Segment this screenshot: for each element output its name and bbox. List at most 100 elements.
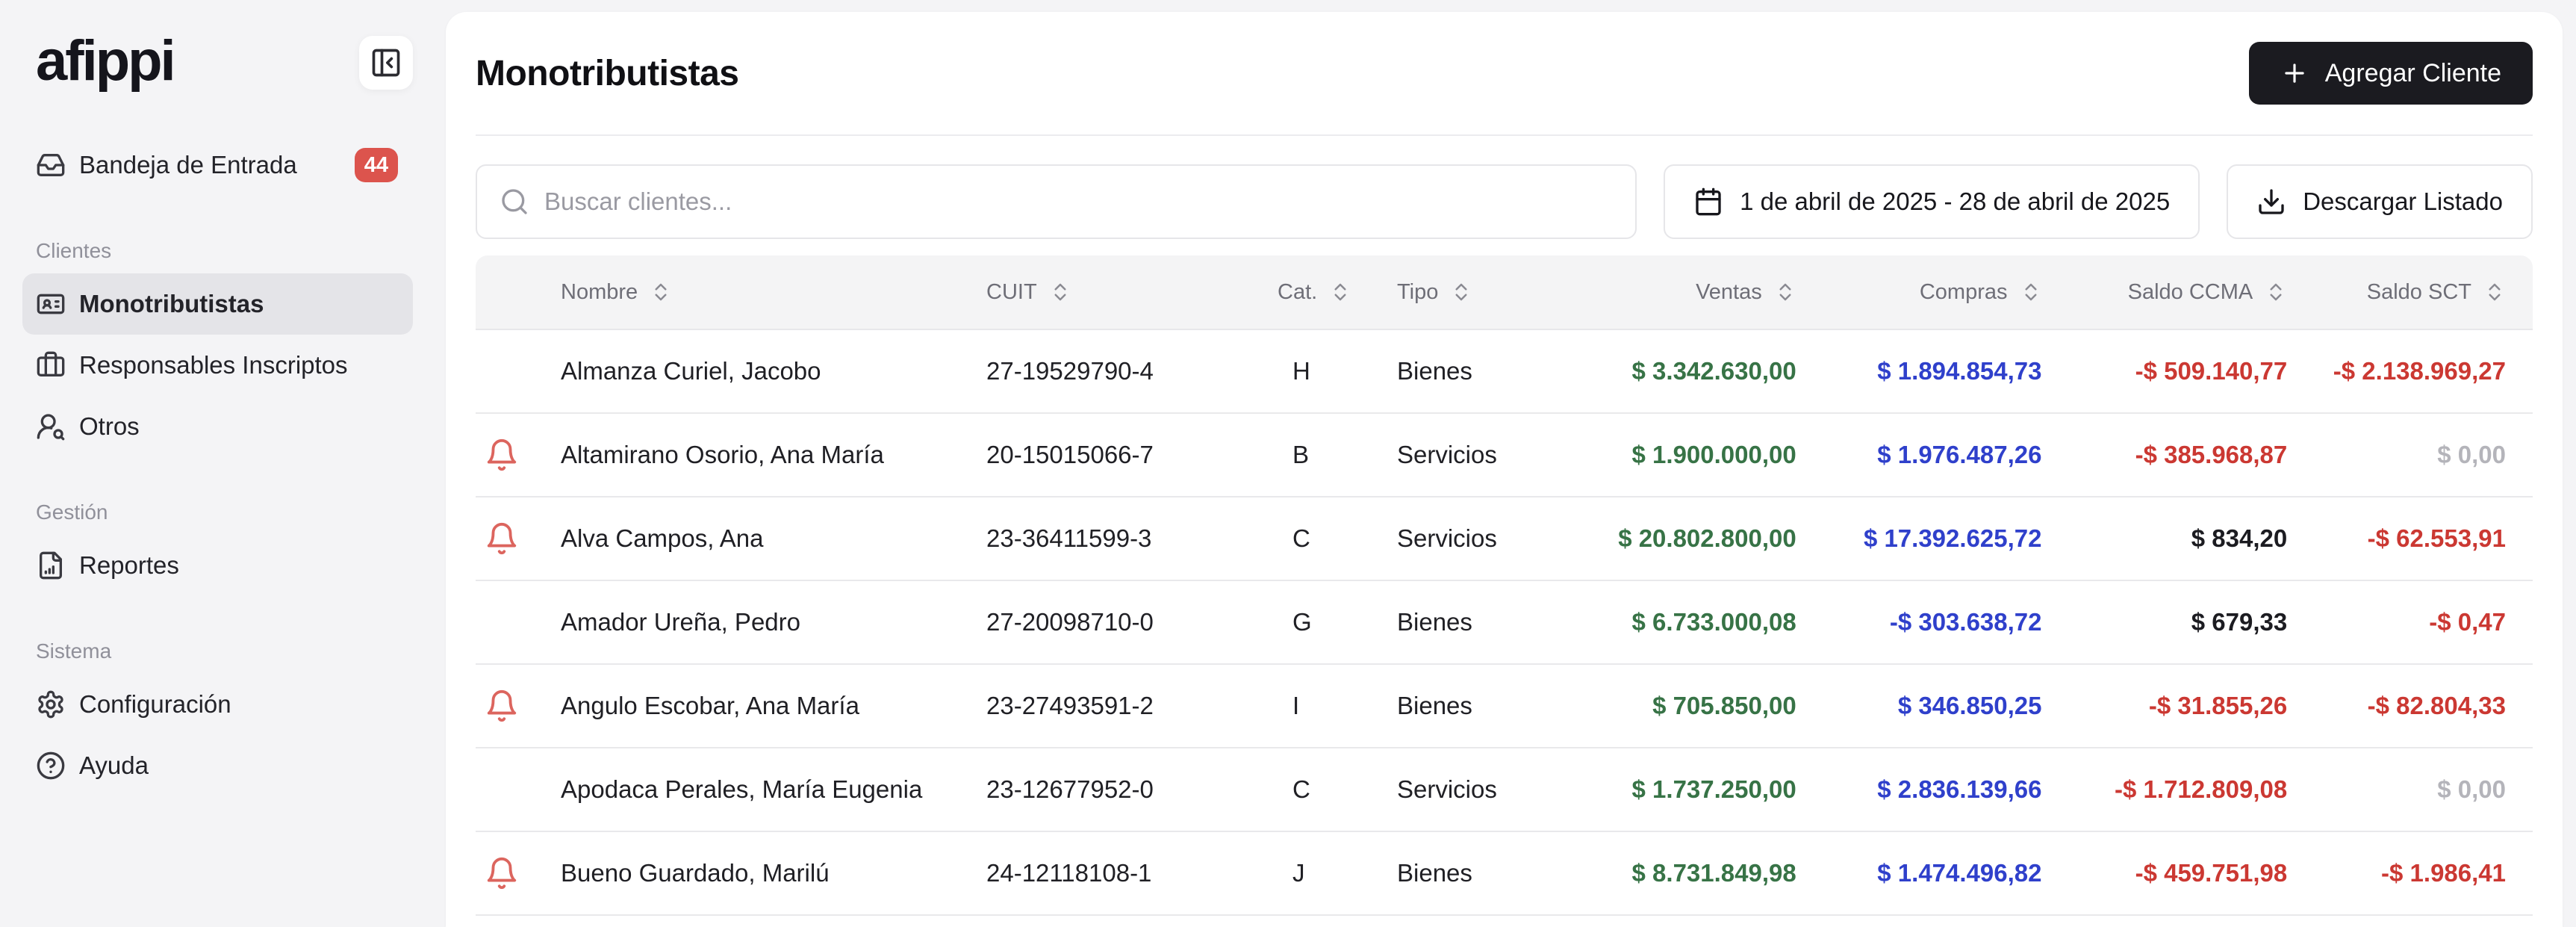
client-cuit: 27-20098710-0 [986, 608, 1278, 636]
toolbar: 1 de abril de 2025 - 28 de abril de 2025… [476, 164, 2533, 239]
sidebar-item-responsables-inscriptos[interactable]: Responsables Inscriptos [22, 335, 413, 396]
sidebar-item-inbox[interactable]: Bandeja de Entrada 44 [22, 134, 413, 196]
client-name: Bueno Guardado, Marilú [531, 859, 986, 887]
sidebar-item-otros[interactable]: Otros [22, 396, 413, 457]
alert-cell [476, 856, 531, 890]
inbox-icon [36, 150, 66, 180]
client-type: Bienes [1397, 692, 1551, 720]
inbox-count-badge: 44 [355, 148, 398, 182]
table-header-row: Nombre CUIT Cat. Tipo Ventas Compras [476, 255, 2533, 330]
ventas-value: $ 1.737.250,00 [1551, 775, 1796, 804]
alert-bell-icon [485, 689, 519, 723]
date-range-button[interactable]: 1 de abril de 2025 - 28 de abril de 2025 [1664, 164, 2200, 239]
file-chart-icon [36, 551, 66, 580]
client-name: Amador Ureña, Pedro [531, 608, 986, 636]
client-type: Bienes [1397, 357, 1551, 385]
download-list-label: Descargar Listado [2303, 187, 2503, 216]
page-title: Monotributistas [476, 53, 738, 94]
saldo-sct-value: -$ 2.138.969,27 [2287, 357, 2533, 385]
client-type: Bienes [1397, 608, 1551, 636]
ventas-value: $ 20.802.800,00 [1551, 524, 1796, 553]
sidebar-item-ayuda[interactable]: Ayuda [22, 735, 413, 796]
search-icon [500, 187, 529, 217]
sidebar-section-sistema: Sistema [36, 639, 413, 663]
sidebar-item-label: Monotributistas [79, 290, 264, 318]
saldo-ccma-value: -$ 459.751,98 [2042, 859, 2288, 887]
saldo-sct-value: -$ 82.804,33 [2287, 692, 2533, 720]
sidebar-section-clientes: Clientes [36, 239, 413, 263]
column-header-saldo-ccma[interactable]: Saldo CCMA [2042, 280, 2288, 305]
alert-bell-icon [485, 856, 519, 890]
client-category: G [1278, 608, 1397, 636]
search-box [476, 164, 1637, 239]
column-header-cuit[interactable]: CUIT [986, 280, 1278, 305]
table-row[interactable]: Alva Campos, Ana 23-36411599-3 C Servici… [476, 497, 2533, 581]
table-row[interactable]: Almanza Curiel, Jacobo 27-19529790-4 H B… [476, 330, 2533, 414]
client-cuit: 23-27493591-2 [986, 692, 1278, 720]
sidebar-item-label: Ayuda [79, 751, 149, 780]
table-row[interactable]: Amador Ureña, Pedro 27-20098710-0 G Bien… [476, 581, 2533, 665]
saldo-ccma-value: $ 679,33 [2042, 608, 2288, 636]
sidebar-item-reportes[interactable]: Reportes [22, 535, 413, 596]
sidebar-item-label: Responsables Inscriptos [79, 351, 348, 379]
client-type: Bienes [1397, 859, 1551, 887]
saldo-sct-value: $ 0,00 [2287, 775, 2533, 804]
saldo-sct-value: -$ 62.553,91 [2287, 524, 2533, 553]
sidebar-item-configuracion[interactable]: Configuración [22, 674, 413, 735]
briefcase-icon [36, 350, 66, 380]
saldo-sct-value: -$ 0,47 [2287, 608, 2533, 636]
client-cuit: 23-36411599-3 [986, 524, 1278, 553]
alert-cell [476, 605, 531, 639]
user-search-icon [36, 412, 66, 441]
search-input[interactable] [544, 187, 1613, 216]
client-category: I [1278, 692, 1397, 720]
download-icon [2256, 187, 2286, 217]
compras-value: $ 2.836.139,66 [1796, 775, 2042, 804]
sidebar-collapse-button[interactable] [359, 36, 413, 90]
column-header-compras[interactable]: Compras [1796, 280, 2042, 305]
column-header-cat[interactable]: Cat. [1278, 280, 1397, 305]
alert-cell [476, 438, 531, 472]
alert-cell [476, 521, 531, 556]
sort-icon [1049, 281, 1071, 303]
add-client-button[interactable]: Agregar Cliente [2249, 42, 2533, 105]
alert-bell-icon [485, 438, 519, 472]
client-cuit: 24-12118108-1 [986, 859, 1278, 887]
client-name: Almanza Curiel, Jacobo [531, 357, 986, 385]
download-list-button[interactable]: Descargar Listado [2227, 164, 2533, 239]
sidebar-section-gestion: Gestión [36, 500, 413, 524]
compras-value: $ 1.894.854,73 [1796, 357, 2042, 385]
calendar-icon [1693, 187, 1723, 217]
sort-icon [2020, 281, 2042, 303]
sidebar-item-monotributistas[interactable]: Monotributistas [22, 273, 413, 335]
saldo-ccma-value: -$ 385.968,87 [2042, 441, 2288, 469]
sort-icon [2483, 281, 2506, 303]
compras-value: $ 1.976.487,26 [1796, 441, 2042, 469]
table-row[interactable]: Angulo Escobar, Ana María 23-27493591-2 … [476, 665, 2533, 748]
table-row[interactable]: Bueno Guardado, Marilú 24-12118108-1 J B… [476, 832, 2533, 916]
sidebar: afippi Bandeja de Entrada 44 Clientes Mo… [0, 0, 446, 897]
main-content-card: Monotributistas Agregar Cliente 1 de abr… [446, 12, 2563, 927]
column-header-nombre[interactable]: Nombre [531, 280, 986, 305]
sort-icon [650, 281, 672, 303]
ventas-value: $ 705.850,00 [1551, 692, 1796, 720]
table-row[interactable]: Altamirano Osorio, Ana María 20-15015066… [476, 414, 2533, 497]
client-name: Altamirano Osorio, Ana María [531, 441, 986, 469]
sort-icon [1329, 281, 1351, 303]
column-header-tipo[interactable]: Tipo [1397, 280, 1551, 305]
column-header-saldo-sct[interactable]: Saldo SCT [2287, 280, 2533, 305]
column-header-ventas[interactable]: Ventas [1551, 280, 1796, 305]
sort-icon [1774, 281, 1796, 303]
ventas-value: $ 6.733.000,08 [1551, 608, 1796, 636]
table-row[interactable]: Apodaca Perales, María Eugenia 23-126779… [476, 748, 2533, 832]
id-card-icon [36, 289, 66, 319]
app-logo: afippi [36, 33, 174, 90]
client-name: Alva Campos, Ana [531, 524, 986, 553]
client-name: Apodaca Perales, María Eugenia [531, 775, 986, 804]
client-category: C [1278, 524, 1397, 553]
compras-value: $ 17.392.625,72 [1796, 524, 2042, 553]
client-type: Servicios [1397, 524, 1551, 553]
alert-cell [476, 354, 531, 388]
saldo-sct-value: -$ 1.986,41 [2287, 859, 2533, 887]
client-name: Angulo Escobar, Ana María [531, 692, 986, 720]
